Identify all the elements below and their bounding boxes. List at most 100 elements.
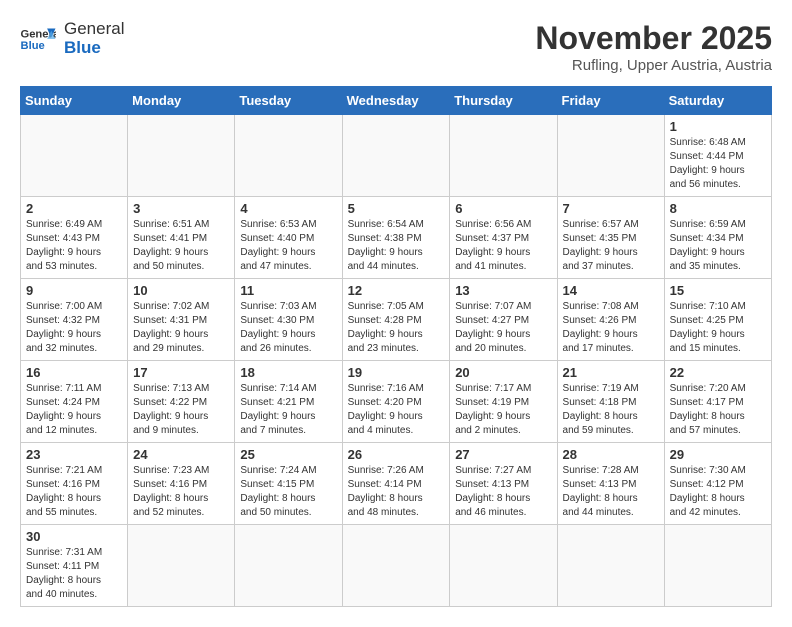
day-number: 1 xyxy=(670,119,766,134)
page-header: General Blue General Blue November 2025 … xyxy=(20,20,772,74)
day-info: Sunrise: 7:16 AMSunset: 4:20 PMDaylight:… xyxy=(348,382,445,438)
day-cell: 29 Sunrise: 7:30 AMSunset: 4:12 PMDayligh… xyxy=(664,443,771,525)
title-block: November 2025 Rufling, Upper Austria, Au… xyxy=(535,20,772,74)
day-cell: 1 Sunrise: 6:48 AMSunset: 4:44 PMDaylight… xyxy=(664,115,771,197)
month-title: November 2025 xyxy=(535,20,772,57)
day-number: 21 xyxy=(563,365,659,380)
day-number: 14 xyxy=(563,283,659,298)
day-info: Sunrise: 7:30 AMSunset: 4:12 PMDaylight:… xyxy=(670,464,766,520)
calendar-header: SundayMondayTuesdayWednesdayThursdayFrid… xyxy=(21,87,772,115)
calendar-body: 1 Sunrise: 6:48 AMSunset: 4:44 PMDaylight… xyxy=(21,115,772,607)
day-number: 23 xyxy=(26,447,122,462)
day-info: Sunrise: 7:28 AMSunset: 4:13 PMDaylight:… xyxy=(563,464,659,520)
day-number: 17 xyxy=(133,365,229,380)
day-cell xyxy=(342,525,450,607)
header-row: SundayMondayTuesdayWednesdayThursdayFrid… xyxy=(21,87,772,115)
day-number: 30 xyxy=(26,529,122,544)
svg-text:Blue: Blue xyxy=(21,39,45,51)
day-cell: 25Sunrise: 7:24 AMSunset: 4:15 PMDayligh… xyxy=(235,443,342,525)
day-number: 2 xyxy=(26,201,122,216)
day-number: 19 xyxy=(348,365,445,380)
day-cell: 20Sunrise: 7:17 AMSunset: 4:19 PMDayligh… xyxy=(450,361,557,443)
day-info: Sunrise: 7:23 AMSunset: 4:16 PMDaylight:… xyxy=(133,464,229,520)
day-info: Sunrise: 7:07 AMSunset: 4:27 PMDaylight:… xyxy=(455,300,551,356)
logo: General Blue General Blue xyxy=(20,20,124,57)
day-number: 22 xyxy=(670,365,766,380)
day-cell: 15 Sunrise: 7:10 AMSunset: 4:25 PMDayligh… xyxy=(664,279,771,361)
header-cell-sunday: Sunday xyxy=(21,87,128,115)
day-cell: 21 Sunrise: 7:19 AMSunset: 4:18 PMDayligh… xyxy=(557,361,664,443)
day-cell: 6Sunrise: 6:56 AMSunset: 4:37 PMDaylight… xyxy=(450,197,557,279)
header-cell-tuesday: Tuesday xyxy=(235,87,342,115)
day-number: 12 xyxy=(348,283,445,298)
day-info: Sunrise: 7:24 AMSunset: 4:15 PMDaylight:… xyxy=(240,464,336,520)
day-cell: 28 Sunrise: 7:28 AMSunset: 4:13 PMDayligh… xyxy=(557,443,664,525)
day-cell: 26 Sunrise: 7:26 AMSunset: 4:14 PMDayligh… xyxy=(342,443,450,525)
day-cell: 23 Sunrise: 7:21 AMSunset: 4:16 PMDayligh… xyxy=(21,443,128,525)
logo-icon: General Blue xyxy=(20,25,56,53)
header-cell-saturday: Saturday xyxy=(664,87,771,115)
day-cell: 22 Sunrise: 7:20 AMSunset: 4:17 PMDayligh… xyxy=(664,361,771,443)
day-cell: 3 Sunrise: 6:51 AMSunset: 4:41 PMDaylight… xyxy=(128,197,235,279)
header-cell-friday: Friday xyxy=(557,87,664,115)
week-row-4: 23 Sunrise: 7:21 AMSunset: 4:16 PMDayligh… xyxy=(21,443,772,525)
header-cell-monday: Monday xyxy=(128,87,235,115)
week-row-1: 2Sunrise: 6:49 AMSunset: 4:43 PMDaylight… xyxy=(21,197,772,279)
day-number: 10 xyxy=(133,283,229,298)
day-cell: 7 Sunrise: 6:57 AMSunset: 4:35 PMDaylight… xyxy=(557,197,664,279)
day-number: 11 xyxy=(240,283,336,298)
day-info: Sunrise: 7:21 AMSunset: 4:16 PMDaylight:… xyxy=(26,464,122,520)
day-info: Sunrise: 7:13 AMSunset: 4:22 PMDaylight:… xyxy=(133,382,229,438)
calendar-table: SundayMondayTuesdayWednesdayThursdayFrid… xyxy=(20,86,772,607)
day-info: Sunrise: 6:53 AMSunset: 4:40 PMDaylight:… xyxy=(240,218,336,274)
day-cell: 24 Sunrise: 7:23 AMSunset: 4:16 PMDayligh… xyxy=(128,443,235,525)
day-info: Sunrise: 7:19 AMSunset: 4:18 PMDaylight:… xyxy=(563,382,659,438)
day-info: Sunrise: 7:05 AMSunset: 4:28 PMDaylight:… xyxy=(348,300,445,356)
day-info: Sunrise: 7:10 AMSunset: 4:25 PMDaylight:… xyxy=(670,300,766,356)
week-row-0: 1 Sunrise: 6:48 AMSunset: 4:44 PMDaylight… xyxy=(21,115,772,197)
day-info: Sunrise: 7:02 AMSunset: 4:31 PMDaylight:… xyxy=(133,300,229,356)
day-number: 3 xyxy=(133,201,229,216)
week-row-3: 16Sunrise: 7:11 AMSunset: 4:24 PMDayligh… xyxy=(21,361,772,443)
header-cell-thursday: Thursday xyxy=(450,87,557,115)
day-number: 15 xyxy=(670,283,766,298)
day-info: Sunrise: 7:26 AMSunset: 4:14 PMDaylight:… xyxy=(348,464,445,520)
day-number: 8 xyxy=(670,201,766,216)
day-cell xyxy=(128,115,235,197)
day-cell: 4 Sunrise: 6:53 AMSunset: 4:40 PMDaylight… xyxy=(235,197,342,279)
day-cell: 8Sunrise: 6:59 AMSunset: 4:34 PMDaylight… xyxy=(664,197,771,279)
day-cell: 5 Sunrise: 6:54 AMSunset: 4:38 PMDaylight… xyxy=(342,197,450,279)
day-info: Sunrise: 7:11 AMSunset: 4:24 PMDaylight:… xyxy=(26,382,122,438)
day-info: Sunrise: 6:57 AMSunset: 4:35 PMDaylight:… xyxy=(563,218,659,274)
day-cell: 10 Sunrise: 7:02 AMSunset: 4:31 PMDayligh… xyxy=(128,279,235,361)
day-info: Sunrise: 7:31 AMSunset: 4:11 PMDaylight:… xyxy=(26,546,122,602)
day-cell xyxy=(128,525,235,607)
day-number: 29 xyxy=(670,447,766,462)
day-info: Sunrise: 6:54 AMSunset: 4:38 PMDaylight:… xyxy=(348,218,445,274)
day-info: Sunrise: 7:20 AMSunset: 4:17 PMDaylight:… xyxy=(670,382,766,438)
day-cell xyxy=(235,115,342,197)
day-cell: 27Sunrise: 7:27 AMSunset: 4:13 PMDayligh… xyxy=(450,443,557,525)
day-info: Sunrise: 7:27 AMSunset: 4:13 PMDaylight:… xyxy=(455,464,551,520)
day-cell: 9Sunrise: 7:00 AMSunset: 4:32 PMDaylight… xyxy=(21,279,128,361)
day-number: 5 xyxy=(348,201,445,216)
day-cell: 2Sunrise: 6:49 AMSunset: 4:43 PMDaylight… xyxy=(21,197,128,279)
day-cell xyxy=(664,525,771,607)
day-cell: 13Sunrise: 7:07 AMSunset: 4:27 PMDayligh… xyxy=(450,279,557,361)
header-cell-wednesday: Wednesday xyxy=(342,87,450,115)
day-info: Sunrise: 6:48 AMSunset: 4:44 PMDaylight:… xyxy=(670,136,766,192)
day-cell: 19 Sunrise: 7:16 AMSunset: 4:20 PMDayligh… xyxy=(342,361,450,443)
day-cell: 11Sunrise: 7:03 AMSunset: 4:30 PMDayligh… xyxy=(235,279,342,361)
day-cell: 18Sunrise: 7:14 AMSunset: 4:21 PMDayligh… xyxy=(235,361,342,443)
day-cell: 12 Sunrise: 7:05 AMSunset: 4:28 PMDayligh… xyxy=(342,279,450,361)
day-number: 24 xyxy=(133,447,229,462)
day-number: 26 xyxy=(348,447,445,462)
day-cell: 17 Sunrise: 7:13 AMSunset: 4:22 PMDayligh… xyxy=(128,361,235,443)
day-info: Sunrise: 6:51 AMSunset: 4:41 PMDaylight:… xyxy=(133,218,229,274)
day-cell xyxy=(21,115,128,197)
week-row-5: 30 Sunrise: 7:31 AMSunset: 4:11 PMDayligh… xyxy=(21,525,772,607)
day-number: 7 xyxy=(563,201,659,216)
day-number: 18 xyxy=(240,365,336,380)
day-number: 4 xyxy=(240,201,336,216)
day-number: 28 xyxy=(563,447,659,462)
